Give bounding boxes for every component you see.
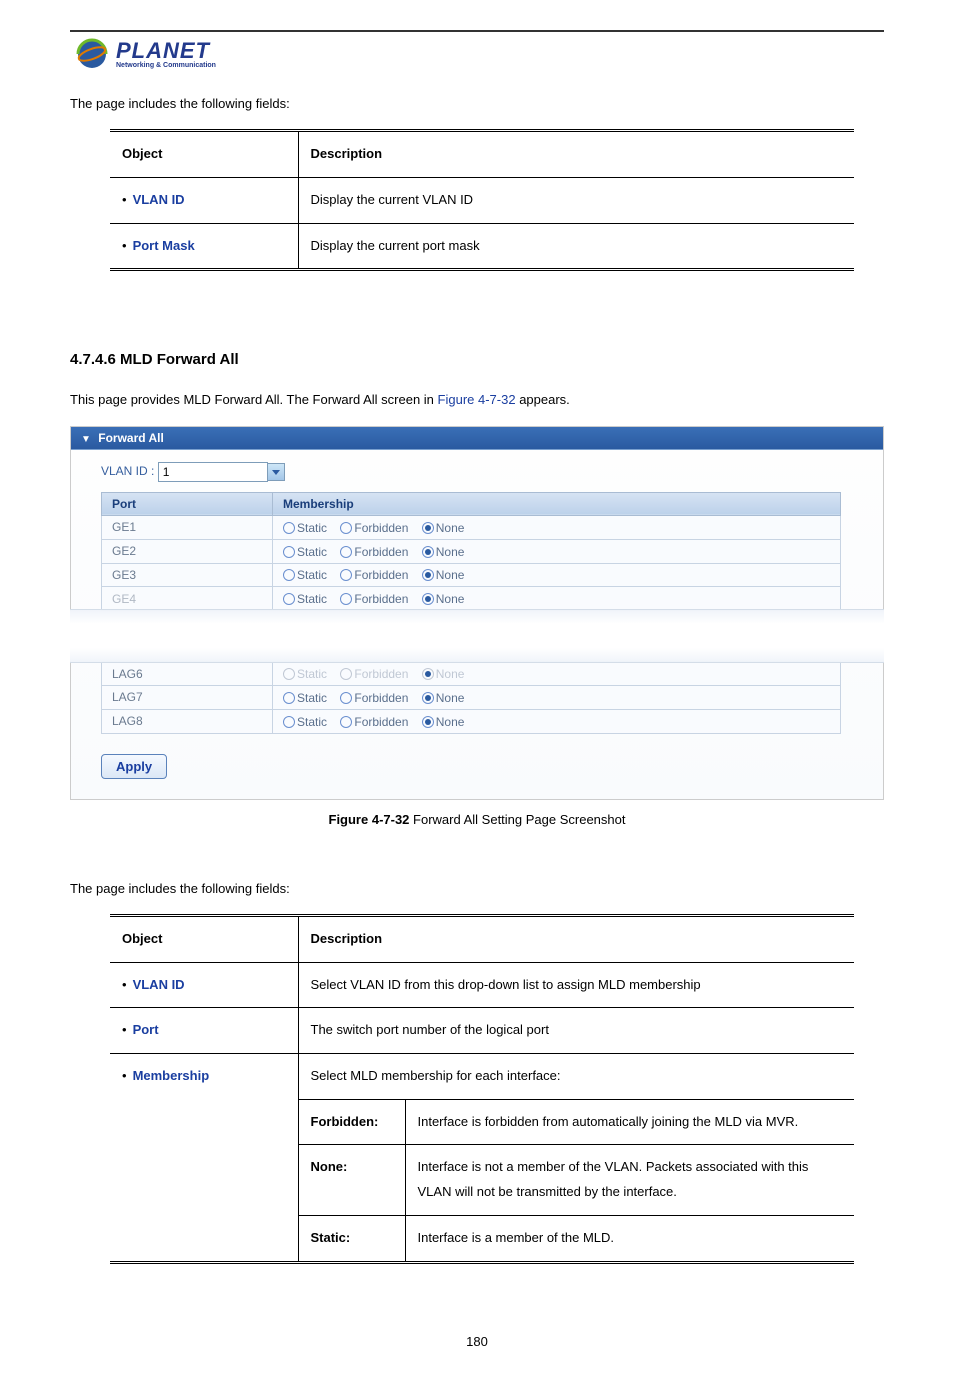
section-heading: 4.7.4.6 MLD Forward All (70, 351, 884, 368)
object-desc: Display the current port mask (298, 223, 854, 270)
port-membership-table: Port Membership GE1 Static Forbidden Non… (101, 492, 841, 611)
screenshot-break (70, 611, 884, 661)
figure-caption-text: Forward All Setting Page Screenshot (409, 812, 625, 827)
port-name: LAG7 (102, 685, 273, 709)
logo: PLANET Networking & Communication (70, 34, 884, 74)
object-label: Membership (133, 1068, 210, 1083)
object-desc: The switch port number of the logical po… (298, 1008, 854, 1054)
radio-none[interactable] (422, 569, 434, 581)
membership-cell: Static Forbidden None (273, 662, 841, 686)
membership-key: None: (298, 1145, 405, 1215)
col-header-membership: Membership (273, 492, 841, 515)
vlan-id-input[interactable] (158, 462, 268, 482)
membership-cell: Static Forbidden None (273, 685, 841, 709)
port-name: GE4 (102, 587, 273, 611)
port-membership-table-continued: LAG6 Static Forbidden None LAG7 Static F… (101, 661, 841, 733)
port-row-partial: GE4 Static Forbidden None (102, 587, 841, 611)
radio-none[interactable] (422, 593, 434, 605)
radio-forbidden[interactable] (340, 716, 352, 728)
figure-reference-link: Figure 4-7-32 (438, 392, 516, 407)
figure-number: Figure 4-7-32 (329, 812, 410, 827)
page-number: 180 (70, 1334, 884, 1349)
section-intro: This page provides MLD Forward All. The … (70, 388, 884, 411)
table-row: •Membership Select MLD membership for ea… (110, 1054, 854, 1100)
membership-cell: Static Forbidden None (273, 563, 841, 587)
object-label: VLAN ID (133, 192, 185, 207)
vlan-id-label: VLAN ID : (101, 464, 154, 478)
object-desc: Display the current VLAN ID (298, 178, 854, 224)
membership-cell: Static Forbidden None (273, 709, 841, 733)
port-name: GE2 (102, 539, 273, 563)
membership-cell: Static Forbidden None (273, 587, 841, 611)
col-header-object: Object (110, 916, 298, 963)
membership-cell: Static Forbidden None (273, 539, 841, 563)
object-desc: Select VLAN ID from this drop-down list … (298, 962, 854, 1008)
port-name: LAG8 (102, 709, 273, 733)
port-row: GE2 Static Forbidden None (102, 539, 841, 563)
figure-caption: Figure 4-7-32 Forward All Setting Page S… (70, 812, 884, 827)
object-label: VLAN ID (133, 977, 185, 992)
port-row: LAG8 Static Forbidden None (102, 709, 841, 733)
port-row: GE1 Static Forbidden None (102, 515, 841, 539)
col-header-description: Description (298, 916, 854, 963)
col-header-port: Port (102, 492, 273, 515)
col-header-description: Description (298, 131, 854, 178)
radio-forbidden[interactable] (340, 546, 352, 558)
radio-static[interactable] (283, 716, 295, 728)
port-name: GE3 (102, 563, 273, 587)
radio-forbidden[interactable] (340, 692, 352, 704)
port-name: GE1 (102, 515, 273, 539)
radio-forbidden[interactable] (340, 522, 352, 534)
radio-forbidden[interactable] (340, 569, 352, 581)
intro-text-1: The page includes the following fields: (70, 92, 884, 115)
radio-none[interactable] (422, 692, 434, 704)
fields-table-1: Object Description •VLAN ID Display the … (110, 129, 854, 271)
vlan-id-dropdown-button[interactable] (268, 463, 285, 481)
radio-forbidden[interactable] (340, 668, 352, 680)
fields-table-2: Object Description •VLAN ID Select VLAN … (110, 914, 854, 1264)
radio-none[interactable] (422, 522, 434, 534)
object-label: Port Mask (133, 238, 195, 253)
panel-title: Forward All (98, 431, 164, 445)
col-header-object: Object (110, 131, 298, 178)
membership-key: Forbidden: (298, 1099, 405, 1145)
membership-value: Interface is a member of the MLD. (405, 1215, 854, 1262)
table-row: •VLAN ID Display the current VLAN ID (110, 178, 854, 224)
header-bar: PLANET Networking & Communication (70, 30, 884, 74)
membership-intro: Select MLD membership for each interface… (298, 1054, 854, 1100)
radio-static[interactable] (283, 692, 295, 704)
table-row: •VLAN ID Select VLAN ID from this drop-d… (110, 962, 854, 1008)
port-name: LAG6 (102, 662, 273, 686)
object-label: Port (133, 1022, 159, 1037)
table-row: •Port Mask Display the current port mask (110, 223, 854, 270)
radio-static[interactable] (283, 546, 295, 558)
apply-button[interactable]: Apply (101, 754, 167, 779)
radio-none[interactable] (422, 546, 434, 558)
port-row: LAG6 Static Forbidden None (102, 662, 841, 686)
table-row: •Port The switch port number of the logi… (110, 1008, 854, 1054)
logo-subtext: Networking & Communication (116, 62, 216, 69)
forward-all-screenshot: ▼ Forward All VLAN ID : Port Membership … (70, 426, 884, 800)
collapse-arrow-icon: ▼ (81, 434, 91, 445)
logo-text: PLANET (116, 40, 216, 62)
membership-value: Interface is not a member of the VLAN. P… (405, 1145, 854, 1215)
vlan-id-row: VLAN ID : (71, 450, 883, 492)
radio-static[interactable] (283, 668, 295, 680)
radio-static[interactable] (283, 569, 295, 581)
radio-none[interactable] (422, 668, 434, 680)
membership-cell: Static Forbidden None (273, 515, 841, 539)
intro-text-2: The page includes the following fields: (70, 877, 884, 900)
radio-none[interactable] (422, 716, 434, 728)
planet-globe-icon (70, 34, 110, 74)
port-row: LAG7 Static Forbidden None (102, 685, 841, 709)
radio-static[interactable] (283, 593, 295, 605)
port-row: GE3 Static Forbidden None (102, 563, 841, 587)
radio-forbidden[interactable] (340, 593, 352, 605)
membership-key: Static: (298, 1215, 405, 1262)
panel-header: ▼ Forward All (71, 427, 883, 450)
radio-static[interactable] (283, 522, 295, 534)
membership-value: Interface is forbidden from automaticall… (405, 1099, 854, 1145)
